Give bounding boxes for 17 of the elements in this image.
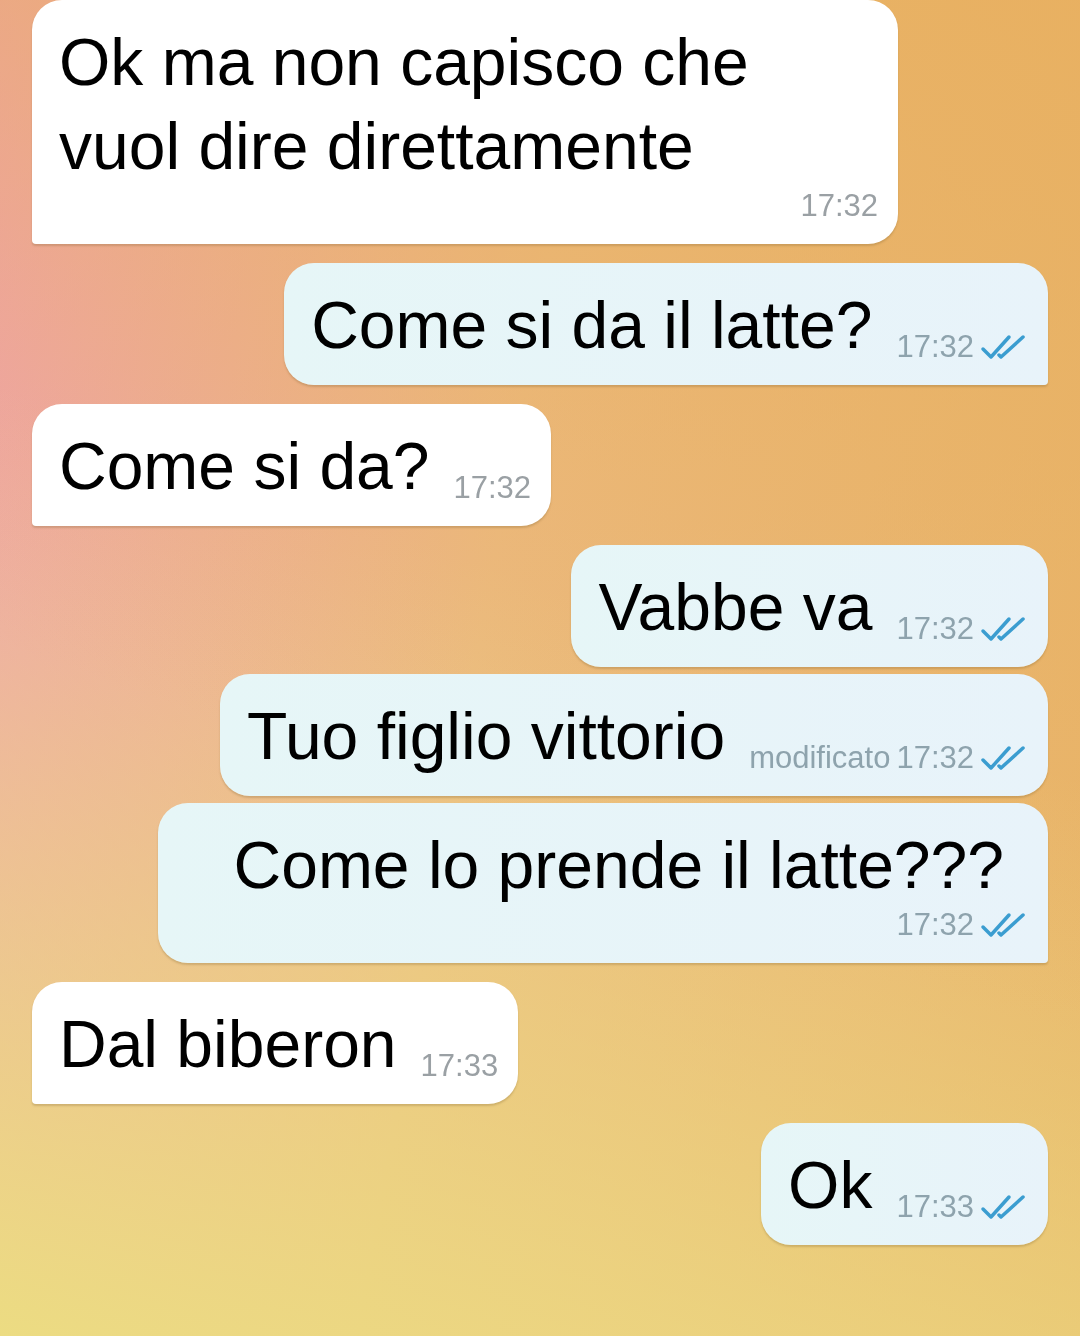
message-time: 17:32 [896, 907, 974, 943]
message-time: 17:32 [896, 329, 974, 365]
edited-label: modificato [749, 740, 891, 776]
message-text: Come si da? [59, 428, 430, 505]
message-text: Come si da il latte? [311, 287, 873, 364]
message-text: Tuo figlio vittorio [247, 698, 726, 775]
message-time: 17:32 [453, 470, 532, 506]
message-time: 17:32 [896, 611, 974, 647]
message-text: Vabbe va [598, 569, 873, 646]
message-time: 17:32 [800, 188, 878, 224]
message-time: 17:32 [896, 740, 974, 776]
message-text: Come lo prende il latte??? [233, 827, 1004, 904]
message-time: 17:33 [896, 1189, 974, 1225]
message-text: Ok [788, 1147, 873, 1224]
message-time: 17:33 [420, 1048, 499, 1084]
message-text: Ok ma non capisco che vuol dire direttamente [59, 24, 750, 185]
message-text: Dal biberon [59, 1006, 397, 1083]
